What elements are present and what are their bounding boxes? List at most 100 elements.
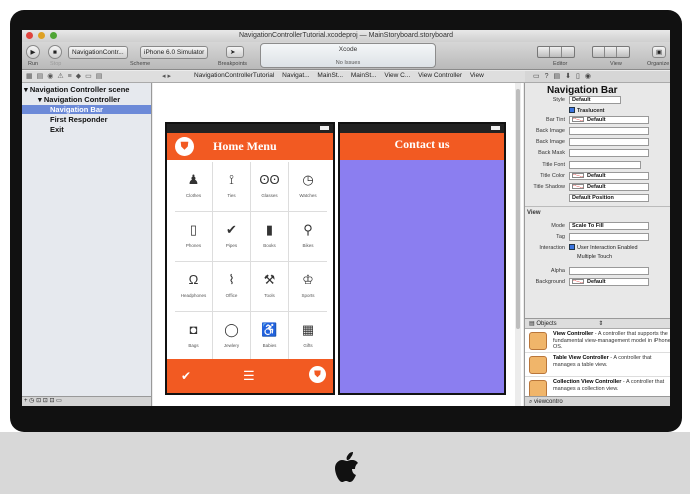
back-image-field[interactable] [569, 127, 649, 135]
standard-editor-icon[interactable] [538, 47, 550, 57]
grid-cell[interactable]: ◘ Bags [175, 312, 213, 362]
history-arrows[interactable]: ◂ ▸ [162, 72, 171, 80]
jump-bar-item[interactable]: Navigat... [282, 72, 309, 79]
organizer-button[interactable]: ▣ [652, 46, 666, 58]
grid-cell[interactable]: ✔ Pipes [213, 212, 251, 262]
scrollbar-thumb[interactable] [516, 89, 520, 329]
toolbar: ▶ ■ Run Stop NavigationContr... iPhone 6… [22, 42, 670, 70]
shadow-offset-popup[interactable]: Default Position [569, 194, 649, 202]
outline-footer-controls[interactable]: + ◷ ⊡ ⊡ ⊡ ▭ [24, 398, 62, 404]
title-font-field[interactable] [569, 161, 641, 169]
breakpoints-button[interactable]: ➤ [226, 46, 244, 58]
view-segmented-control[interactable] [592, 46, 630, 58]
background-label: Background [535, 279, 565, 285]
assistant-editor-icon[interactable] [550, 47, 562, 57]
tab-bar: ✔ ☰ ⛊ [167, 359, 333, 393]
utilities-toggle-icon[interactable] [617, 47, 629, 57]
grid-label: Tools [264, 293, 275, 298]
mode-popup[interactable]: Scale To Fill [569, 222, 649, 230]
scheme-device-popup[interactable]: iPhone 6.0 Simulator [140, 46, 209, 59]
library-item[interactable]: View Controller - A controller that supp… [525, 329, 670, 353]
tag-field[interactable] [569, 233, 649, 241]
outline-exit[interactable]: Exit [50, 125, 64, 134]
jump-bar: NavigationControllerTutorial Navigat... … [194, 72, 490, 79]
outline-first-responder[interactable]: First Responder [50, 115, 108, 124]
debug-toggle-icon[interactable] [605, 47, 617, 57]
grid-cell[interactable]: ♔ Sports [289, 262, 327, 312]
grid-label: Jewlery [223, 343, 240, 348]
grid-label: Office [225, 293, 238, 298]
back-image-field-2[interactable] [569, 138, 649, 146]
back-mask-field[interactable] [569, 149, 649, 157]
grid-cell[interactable]: ♟ Clothes [175, 162, 213, 212]
grid-cell[interactable]: ◷ Watches [289, 162, 327, 212]
jump-bar-item[interactable]: MainSt... [317, 72, 343, 79]
scheme-label: Scheme [130, 61, 151, 67]
user-interaction-checkbox[interactable]: User Interaction Enabled [569, 244, 638, 251]
version-editor-icon[interactable] [562, 47, 574, 57]
shopping-bag-icon[interactable]: ⛊ [175, 137, 194, 156]
grid-cell[interactable]: Ω Headphones [175, 262, 213, 312]
editor-segmented-control[interactable] [537, 46, 575, 58]
menu-icon[interactable]: ☰ [243, 368, 255, 384]
navigator-toggle-icon[interactable] [593, 47, 605, 57]
jump-bar-item[interactable]: View Controller [418, 72, 462, 79]
headphones-icon: Ω [188, 272, 199, 287]
view-label: View [610, 61, 622, 67]
status-bar [167, 124, 333, 133]
grid-cell[interactable]: ▮ Books [251, 212, 289, 262]
style-popup[interactable]: Default [569, 96, 621, 104]
grid-cell[interactable]: ⟟ Ties [213, 162, 251, 212]
canvas-scrollbar[interactable] [515, 83, 521, 406]
grid-label: Phones [185, 243, 202, 248]
grid-cell[interactable]: ◯ Jewlery [213, 312, 251, 362]
jump-bar-item[interactable]: MainSt... [351, 72, 377, 79]
editor-label: Editor [553, 61, 568, 67]
zoom-window-button[interactable] [49, 32, 57, 39]
outline-scene[interactable]: ▾ Navigation Controller scene [24, 85, 129, 94]
grid-cell[interactable]: ⚲ Bikes [289, 212, 327, 262]
navigator-selector-icons[interactable]: ▦▤◉⚠≡◆▭▤ [26, 72, 106, 80]
grid-cell[interactable]: ♿ Babies [251, 312, 289, 362]
library-filter[interactable]: ⌕ viewcontro [525, 396, 670, 406]
title-shadow-popup[interactable]: Default [569, 183, 649, 191]
run-button[interactable]: ▶ [26, 45, 40, 59]
outline-navigation-bar[interactable]: Navigation Bar [22, 105, 151, 114]
jump-bar-item[interactable]: View [470, 72, 484, 79]
grid-label: Pipes [225, 243, 238, 248]
scheme-target-popup[interactable]: NavigationContr... [68, 46, 128, 59]
bag-icon[interactable]: ⛊ [309, 366, 326, 383]
library-selector[interactable]: ▤ Objects ⇕ [525, 319, 670, 329]
bar-tint-popup[interactable]: Default [569, 116, 649, 124]
navigation-bar[interactable]: Contact us [340, 133, 504, 160]
title-color-label: Title Color [540, 173, 565, 179]
outline-navigation-controller[interactable]: ▾ Navigation Controller [38, 95, 120, 104]
navigation-bar[interactable]: ⛊ Home Menu [167, 133, 333, 160]
style-label: Style [552, 97, 565, 103]
jump-bar-item[interactable]: View C... [384, 72, 410, 79]
grid-cell[interactable]: ⌇ Office [213, 262, 251, 312]
contact-scene[interactable]: Contact us [338, 122, 506, 395]
title-color-popup[interactable]: Default [569, 172, 649, 180]
stop-button[interactable]: ■ [48, 45, 62, 59]
grid-cell[interactable]: ⚒ Tools [251, 262, 289, 312]
check-icon[interactable]: ✔ [181, 369, 191, 383]
stop-label: Stop [50, 61, 62, 67]
translucent-checkbox[interactable]: Traslucent [569, 107, 605, 114]
library-item[interactable]: Table View Controller - A controller tha… [525, 353, 670, 377]
grid-cell[interactable]: ▯ Phones [175, 212, 213, 262]
home-scene[interactable]: ⛊ Home Menu ♟ Clothes ⟟ Ties ʘʘ Glasses ◷ Wa… [165, 122, 335, 395]
grid-cell[interactable]: ▦ Gifts [289, 312, 327, 362]
close-window-button[interactable] [26, 32, 33, 39]
minimize-window-button[interactable] [37, 32, 45, 39]
color-swatch [572, 184, 584, 189]
inspector-tab-icons[interactable]: ▭?▤⬇▯◉ [533, 72, 596, 80]
storyboard-canvas[interactable]: ⛊ Home Menu ♟ Clothes ⟟ Ties ʘʘ Glasses ◷ Wa… [153, 83, 523, 406]
interaction-label: Interaction [539, 245, 565, 251]
alpha-field[interactable] [569, 267, 649, 275]
background-popup[interactable]: Default [569, 278, 649, 286]
grid-label: Bags [188, 343, 199, 348]
jump-bar-item[interactable]: NavigationControllerTutorial [194, 72, 274, 79]
grid-cell[interactable]: ʘʘ Glasses [251, 162, 289, 212]
multiple-touch-checkbox[interactable]: Multiple Touch [577, 254, 612, 260]
